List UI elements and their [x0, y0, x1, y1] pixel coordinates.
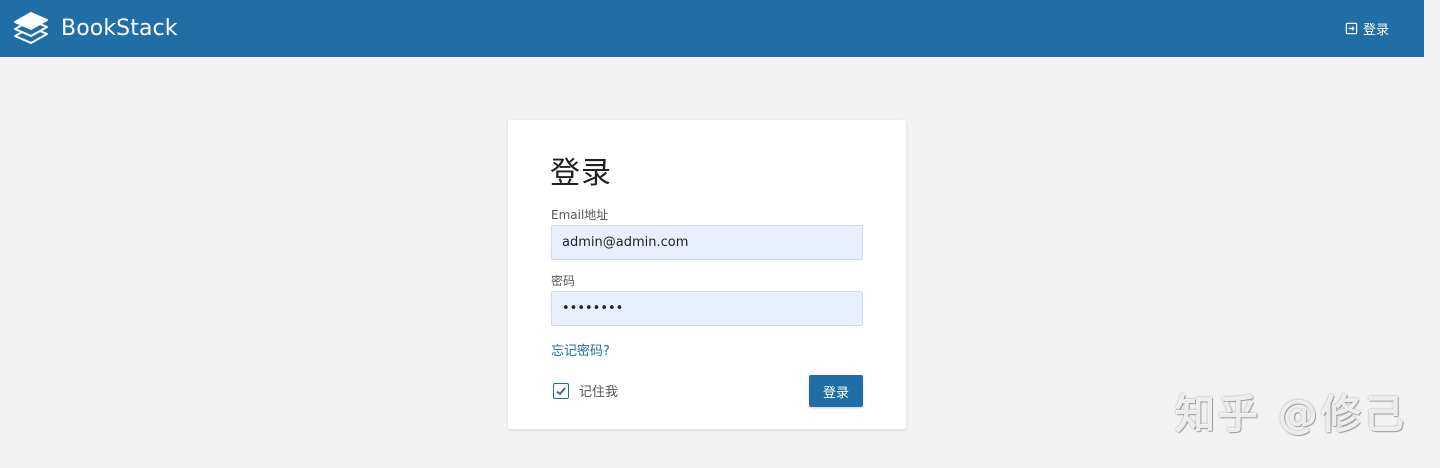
email-field[interactable] — [551, 225, 863, 260]
checkbox-checked-icon — [553, 382, 569, 399]
login-button[interactable]: 登录 — [809, 375, 863, 407]
scrollbar-track[interactable] — [1424, 0, 1440, 468]
top-header: BookStack 登录 — [0, 0, 1424, 57]
page-title: 登录 — [550, 156, 612, 191]
header-login-link[interactable]: 登录 — [1345, 18, 1389, 38]
remember-me-checkbox[interactable]: 记住我 — [553, 381, 618, 400]
login-card: 登录 Email地址 密码 忘记密码? 记住我 登录 — [508, 120, 906, 429]
brand-logo-link[interactable]: BookStack — [12, 10, 178, 46]
password-label: 密码 — [551, 274, 576, 288]
app-name: BookStack — [61, 15, 178, 41]
login-icon — [1345, 22, 1358, 34]
email-label: Email地址 — [551, 208, 609, 222]
bookstack-logo-icon — [14, 12, 48, 44]
password-field[interactable] — [551, 291, 863, 326]
watermark-text: 知乎 @修己 — [1175, 392, 1407, 438]
header-login-label: 登录 — [1363, 22, 1390, 38]
remember-me-label: 记住我 — [579, 385, 619, 400]
forgot-password-link[interactable]: 忘记密码? — [551, 340, 610, 359]
